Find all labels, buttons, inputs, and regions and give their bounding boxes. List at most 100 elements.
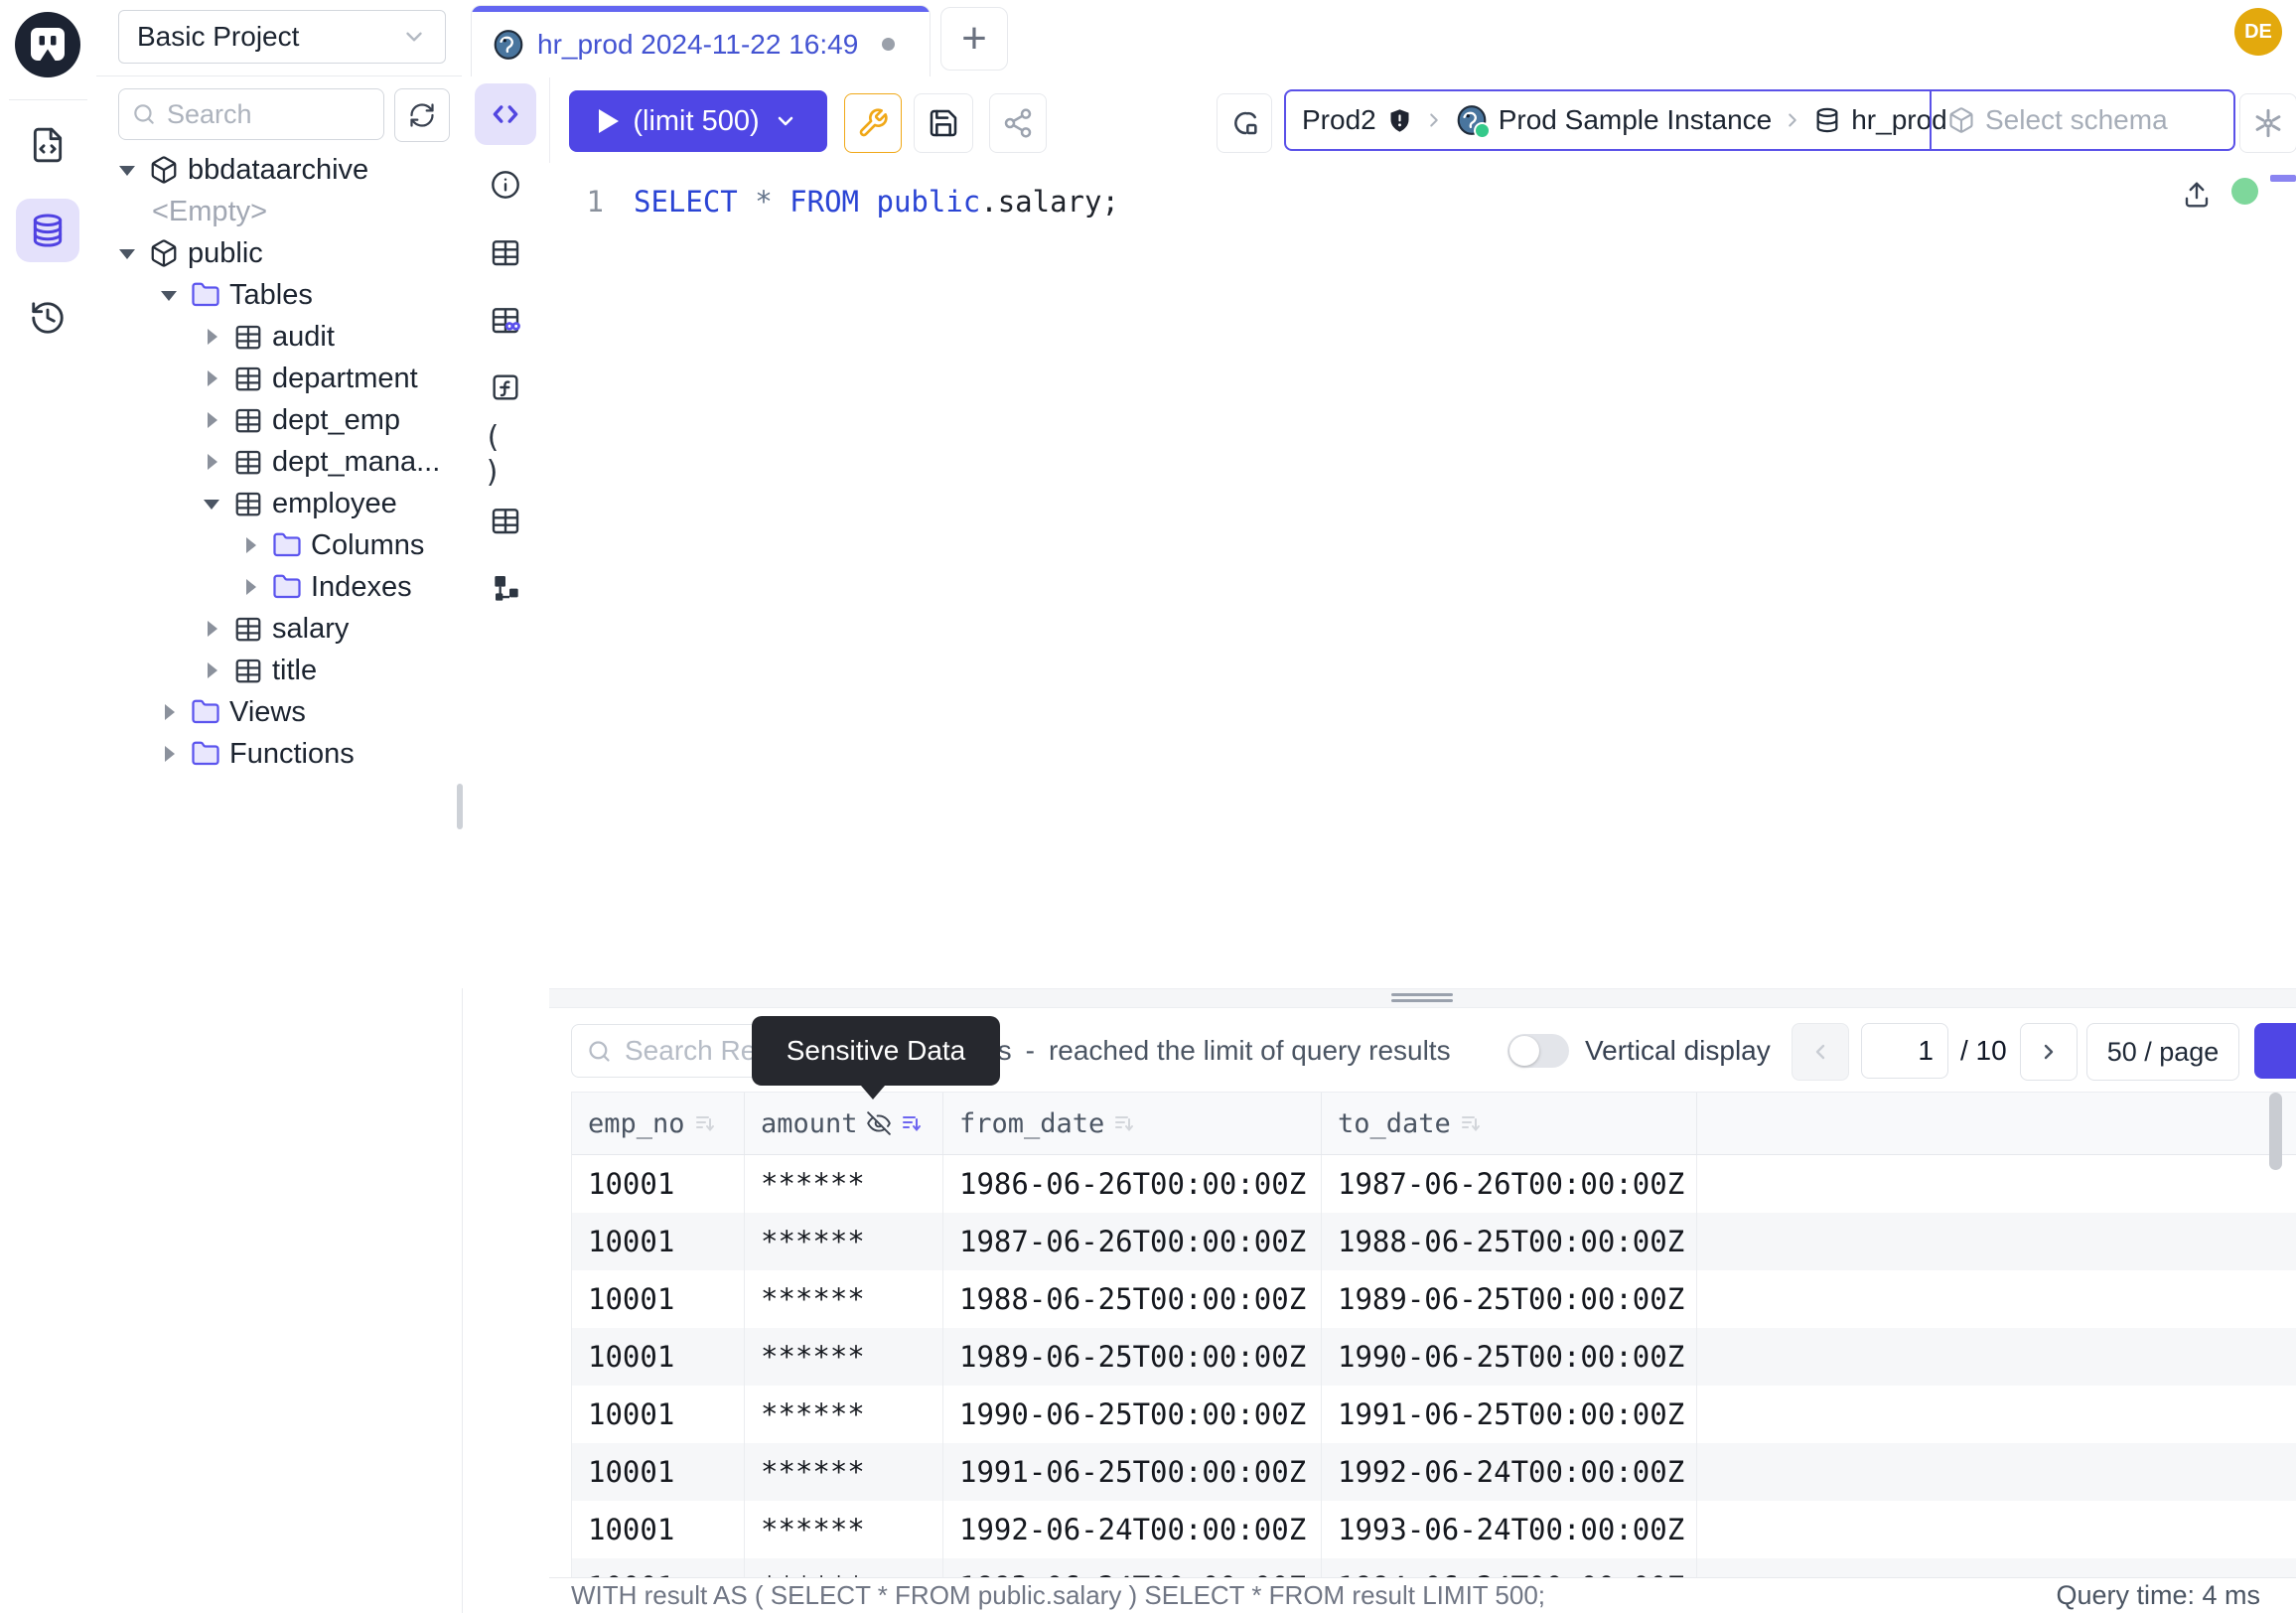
connection-status-dot <box>2231 178 2258 205</box>
cell-filler <box>1697 1558 2296 1577</box>
table-row: 10001******1989-06-25T00:00:00Z1990-06-2… <box>572 1328 2296 1386</box>
tree-item-functions[interactable]: Functions <box>96 733 462 775</box>
line-number: 1 <box>549 181 634 222</box>
cell: 10001 <box>572 1155 745 1213</box>
panel-splitter[interactable] <box>549 988 2296 1008</box>
tree-item-bbdataarchive[interactable]: bbdataarchive <box>96 149 462 191</box>
column-header-filler <box>1697 1093 2296 1154</box>
tree-item-dept-manager[interactable]: dept_mana... <box>96 441 462 483</box>
function-icon <box>490 371 521 403</box>
ai-assistant-button[interactable] <box>2239 93 2296 153</box>
save-sheet-button[interactable] <box>914 93 973 153</box>
column-header-emp-no[interactable]: emp_no <box>572 1093 745 1154</box>
refresh-schema-button[interactable] <box>394 88 450 142</box>
cell: 1987-06-26T00:00:00Z <box>943 1213 1322 1270</box>
format-icon <box>1228 107 1260 139</box>
tree-item-department[interactable]: department <box>96 358 462 399</box>
separator: - <box>1026 1035 1035 1067</box>
tree-item-audit[interactable]: audit <box>96 316 462 358</box>
tree-item-indexes[interactable]: Indexes <box>96 566 462 608</box>
schema-tree: bbdataarchive <Empty> public Tables audi… <box>96 149 462 775</box>
tree-item-employee[interactable]: employee <box>96 483 462 524</box>
postgres-icon <box>492 28 525 62</box>
cell: 1990-06-25T00:00:00Z <box>1322 1328 1697 1386</box>
connection-target[interactable]: Prod2 Prod Sample Instance h <box>1286 91 1930 149</box>
tree-item-public[interactable]: public <box>96 232 462 274</box>
connection-status-dot <box>1474 122 1491 139</box>
next-page-button[interactable] <box>2020 1023 2078 1081</box>
run-query-button[interactable]: (limit 500) <box>569 90 827 152</box>
sort-icon <box>693 1111 717 1135</box>
results-scrollbar-thumb[interactable] <box>2269 1093 2282 1170</box>
info-icon <box>490 169 521 201</box>
sql-editor-window: Basic Project bbdataarch <box>0 0 2296 1613</box>
schema-diagram-button[interactable] <box>484 566 527 610</box>
page-number-input[interactable] <box>1861 1023 1948 1079</box>
cell-masked: ****** <box>745 1328 943 1386</box>
share-sheet-button[interactable] <box>989 93 1047 153</box>
chevron-left-icon <box>1808 1040 1832 1064</box>
connection-breadcrumb: Prod2 Prod Sample Instance h <box>1284 89 2235 151</box>
sidebar-resize-handle[interactable] <box>457 784 463 829</box>
format-sql-button[interactable] <box>1217 93 1272 153</box>
tree-item-label: Indexes <box>311 571 412 604</box>
databases-nav-button[interactable] <box>16 199 79 262</box>
tab-bar: hr_prod 2024-11-22 16:49 + DE <box>462 0 2296 78</box>
limit-message: reached the limit of query results <box>1049 1035 1451 1067</box>
views-panel-button[interactable] <box>484 499 527 542</box>
query-results-panel: 500 rows - reached the limit of query re… <box>549 1008 2296 1577</box>
external-tables-panel-button[interactable] <box>484 298 527 342</box>
column-header-from-date[interactable]: from_date <box>943 1093 1322 1154</box>
page-size-select[interactable]: 50 / page <box>2086 1023 2239 1081</box>
admin-wrench-button[interactable] <box>844 93 902 153</box>
environment-label: Prod2 <box>1302 104 1376 136</box>
functions-panel-button[interactable] <box>484 366 527 409</box>
sql-code-editor[interactable]: 1 SELECT * FROM public.salary; <box>549 163 2296 988</box>
folder-icon <box>191 739 220 769</box>
worksheets-nav-button[interactable] <box>16 113 79 177</box>
external-table-icon <box>490 304 521 336</box>
tree-item-label: bbdataarchive <box>188 154 368 187</box>
export-button[interactable] <box>2254 1023 2296 1079</box>
tree-item-dept-emp[interactable]: dept_emp <box>96 399 462 441</box>
editor-toolbar: (limit 500) Prod2 <box>549 77 2296 164</box>
schema-diagram-icon <box>490 572 521 604</box>
sort-icon-active <box>900 1111 924 1135</box>
cell: 10001 <box>572 1328 745 1386</box>
select-schema-button[interactable]: Select schema <box>1932 91 2233 149</box>
tree-item-tables[interactable]: Tables <box>96 274 462 316</box>
cell-masked: ****** <box>745 1386 943 1443</box>
caret-right-icon <box>202 452 221 472</box>
chevron-down-icon <box>401 24 427 50</box>
cell: 10001 <box>572 1443 745 1501</box>
sidebar-search-input[interactable] <box>165 98 371 131</box>
new-tab-button[interactable]: + <box>940 7 1008 71</box>
upload-sql-button[interactable] <box>2182 180 2212 210</box>
query-time: Query time: 4 ms <box>2056 1580 2260 1611</box>
tree-item-title[interactable]: title <box>96 650 462 691</box>
sidebar-search[interactable] <box>118 88 384 140</box>
sql-editor-tab-button[interactable] <box>475 83 536 145</box>
tree-item-columns[interactable]: Columns <box>96 524 462 566</box>
avatar[interactable]: DE <box>2234 8 2282 56</box>
schema-cube-icon <box>1947 106 1975 134</box>
vertical-display-toggle[interactable] <box>1507 1034 1569 1068</box>
worksheet-tab[interactable]: hr_prod 2024-11-22 16:49 <box>471 5 931 76</box>
column-header-amount[interactable]: amount <box>745 1093 943 1154</box>
history-nav-button[interactable] <box>16 286 79 350</box>
table-row: 10001******1988-06-25T00:00:00Z1989-06-2… <box>572 1270 2296 1328</box>
tables-panel-button[interactable] <box>484 230 527 274</box>
cell: 10001 <box>572 1501 745 1558</box>
project-selector[interactable]: Basic Project <box>118 10 446 64</box>
info-panel-button[interactable] <box>484 163 527 207</box>
editor-side-strip: ( ) <box>462 77 550 988</box>
caret-right-icon <box>240 577 260 597</box>
upload-icon <box>2182 180 2212 210</box>
column-header-to-date[interactable]: to_date <box>1322 1093 1697 1154</box>
chevron-right-icon <box>1782 109 1803 131</box>
procedures-panel-button[interactable]: ( ) <box>484 433 527 477</box>
cell: 1988-06-25T00:00:00Z <box>1322 1213 1697 1270</box>
tree-item-salary[interactable]: salary <box>96 608 462 650</box>
previous-page-button[interactable] <box>1792 1023 1849 1081</box>
tree-item-views[interactable]: Views <box>96 691 462 733</box>
